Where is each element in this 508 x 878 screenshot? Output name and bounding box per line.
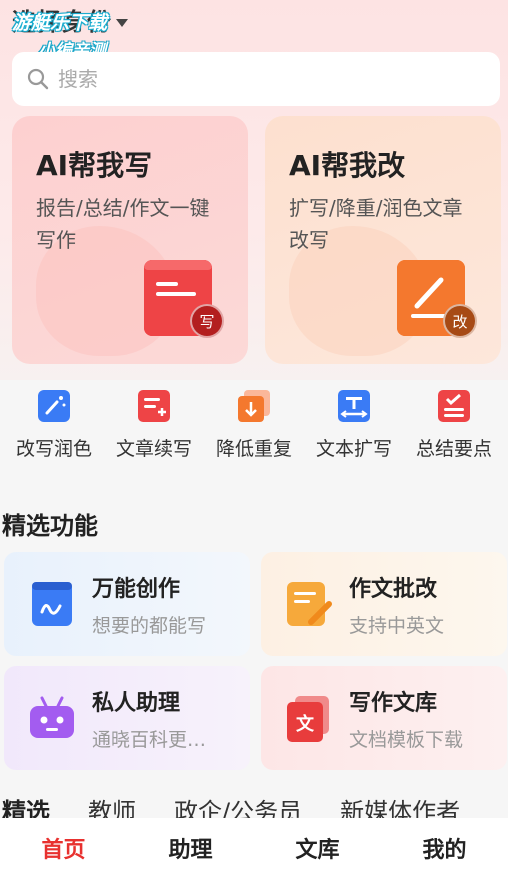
quick-tools-row: 改写润色 文章续写 降低重复 文本扩写 总结要点: [0, 378, 508, 474]
tool-expand[interactable]: 文本扩写: [305, 378, 403, 474]
ai-write-title: AI帮我写: [36, 149, 153, 182]
feature-subtitle: 想要的都能写: [92, 614, 207, 637]
tool-summary[interactable]: 总结要点: [405, 378, 503, 474]
ai-edit-title: AI帮我改: [289, 149, 406, 182]
pencil-doc-icon: [287, 582, 332, 626]
feature-card-writing-library[interactable]: 文 写作文库 文档模板下载: [261, 666, 507, 770]
tool-label: 改写润色: [15, 438, 92, 460]
search-icon: [27, 68, 49, 90]
ai-edit-desc: 扩写/降重/润色文章改写: [289, 196, 463, 252]
nav-home[interactable]: 首页: [14, 832, 114, 864]
tool-label: 降低重复: [215, 438, 292, 460]
expand-text-icon: [338, 390, 370, 422]
featured-section-title: 精选功能: [2, 512, 98, 540]
tool-continue[interactable]: 文章续写: [105, 378, 203, 474]
nav-mine[interactable]: 我的: [395, 832, 495, 864]
ai-edit-card[interactable]: AI帮我改 扩写/降重/润色文章改写 改: [265, 116, 501, 364]
feature-subtitle: 支持中英文: [349, 614, 445, 637]
feature-card-essay-grading[interactable]: 作文批改 支持中英文: [261, 552, 507, 656]
notebook-icon: [32, 582, 72, 626]
tool-label: 总结要点: [415, 438, 492, 460]
search-input[interactable]: [58, 67, 478, 91]
bottom-navigation: 首页 助理 文库 我的: [0, 818, 508, 878]
tool-label: 文本扩写: [315, 438, 392, 460]
watermark-line1: 游艇乐下载: [12, 12, 108, 34]
feature-title: 写作文库: [349, 690, 438, 716]
tool-rewrite[interactable]: 改写润色: [5, 378, 103, 474]
ai-write-desc: 报告/总结/作文一键写作: [36, 196, 210, 252]
feature-subtitle: 文档模板下载: [349, 728, 464, 751]
nav-assistant[interactable]: 助理: [141, 832, 241, 864]
feature-title: 作文批改: [349, 576, 438, 602]
svg-text:文: 文: [296, 713, 315, 735]
tool-label: 文章续写: [115, 438, 192, 460]
write-badge: 写: [190, 304, 224, 338]
edit-badge: 改: [443, 304, 477, 338]
nav-library[interactable]: 文库: [268, 832, 368, 864]
tool-dedupe[interactable]: 降低重复: [205, 378, 303, 474]
robot-icon: [30, 696, 74, 738]
dedupe-icon: [238, 390, 270, 422]
feature-title: 私人助理: [92, 690, 181, 716]
feature-subtitle: 通晓百科更…: [92, 728, 207, 751]
continue-write-icon: [138, 390, 170, 422]
feature-card-personal-assistant[interactable]: 私人助理 通晓百科更…: [4, 666, 250, 770]
summary-icon: [438, 390, 470, 422]
ai-write-card[interactable]: AI帮我写 报告/总结/作文一键写作 写: [12, 116, 248, 364]
feature-card-universal-writing[interactable]: 万能创作 想要的都能写: [4, 552, 250, 656]
feature-title: 万能创作: [92, 576, 181, 602]
magic-wand-icon: [38, 390, 70, 422]
search-bar[interactable]: [12, 52, 500, 106]
library-icon: 文: [287, 696, 329, 742]
